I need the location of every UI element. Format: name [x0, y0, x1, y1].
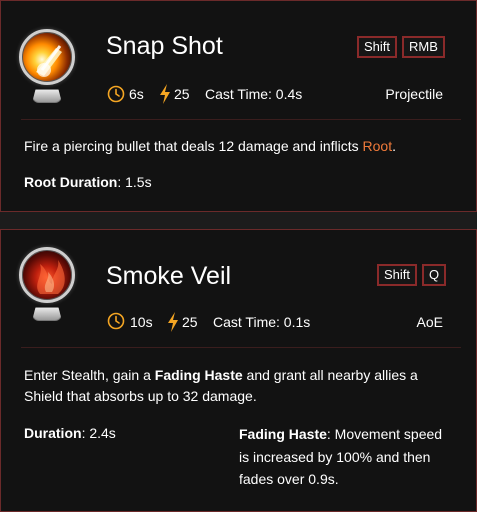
keybind-q[interactable]: Q	[422, 264, 447, 286]
ability-title: Snap Shot	[106, 32, 223, 60]
ability-card-smoke-veil: Smoke Veil Shift Q 10s 25 Cast Time: 0.1…	[0, 229, 477, 512]
ability-tag: Projectile	[385, 86, 443, 102]
keybind-rmb[interactable]: RMB	[402, 36, 445, 58]
energy-cost: 25	[182, 314, 198, 330]
fading-haste-effect: Fading Haste: Movement speed is increase…	[239, 426, 443, 487]
ability-title: Smoke Veil	[106, 262, 232, 290]
root-duration: Root Duration: 1.5s	[24, 174, 152, 190]
divider	[21, 347, 461, 348]
fading-haste-keyword: Fading Haste	[154, 367, 243, 383]
ability-description: Fire a piercing bullet that deals 12 dam…	[24, 138, 396, 154]
keybind-shift[interactable]: Shift	[357, 36, 398, 58]
orb-stand	[32, 89, 62, 103]
duration: Duration: 2.4s	[24, 425, 116, 441]
lightning-icon	[168, 312, 178, 332]
clock-icon	[107, 312, 125, 330]
clock-icon	[107, 85, 125, 103]
cooldown-value: 10s	[130, 314, 153, 330]
snap-shot-icon	[19, 29, 75, 85]
lightning-icon	[160, 84, 170, 104]
energy-cost: 25	[174, 86, 190, 102]
cooldown-value: 6s	[129, 86, 144, 102]
smoke-veil-icon	[19, 247, 75, 303]
cast-time: Cast Time: 0.1s	[213, 314, 311, 330]
cast-time: Cast Time: 0.4s	[205, 86, 303, 102]
divider	[21, 119, 461, 120]
orb-stand	[32, 307, 62, 321]
root-keyword: Root	[362, 138, 393, 154]
ability-description: Enter Stealth, gain a Fading Haste and g…	[24, 367, 418, 404]
ability-card-snap-shot: Snap Shot Shift RMB 6s 25 Cast Time: 0.4…	[0, 0, 477, 212]
ability-tag: AoE	[416, 314, 443, 330]
keybind-shift[interactable]: Shift	[377, 264, 418, 286]
